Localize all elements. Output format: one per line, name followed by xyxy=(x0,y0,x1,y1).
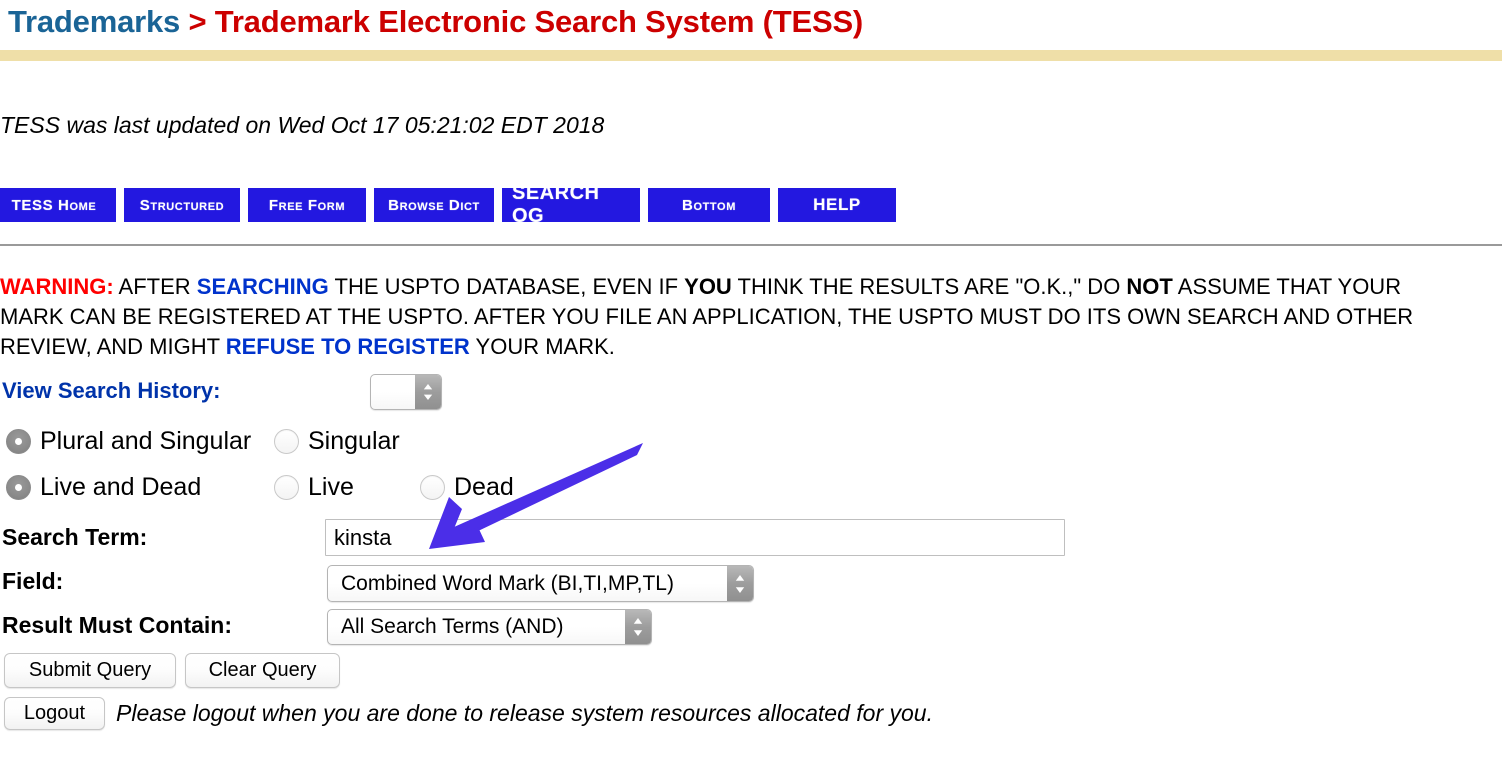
stepper-arrows-icon xyxy=(415,375,441,409)
warning-link-refuse-to-register[interactable]: REFUSE TO REGISTER xyxy=(226,334,470,359)
nav-button-bottom[interactable]: Bottom xyxy=(648,188,770,222)
nav-button-free-form[interactable]: Free Form xyxy=(248,188,366,222)
radio-label-plural-and-singular: Plural and Singular xyxy=(40,427,252,455)
radio-selected-icon xyxy=(6,429,31,454)
nav-button-browse-dict[interactable]: Browse Dict xyxy=(374,188,494,222)
nav-button-help[interactable]: HELP xyxy=(778,188,896,222)
search-term-input[interactable] xyxy=(325,519,1065,556)
stepper-arrows-icon xyxy=(625,610,651,644)
radio-selected-icon xyxy=(6,475,31,500)
nav-button-strip: TESS Home Structured Free Form Browse Di… xyxy=(0,182,904,227)
logout-button[interactable]: Logout xyxy=(4,697,105,730)
field-select[interactable]: Combined Word Mark (BI,TI,MP,TL) xyxy=(327,565,754,602)
nav-button-tess-home[interactable]: TESS Home xyxy=(0,188,116,222)
nav-button-structured[interactable]: Structured xyxy=(124,188,240,222)
warning-emphasis-not: NOT xyxy=(1126,274,1173,299)
submit-query-button[interactable]: Submit Query xyxy=(4,653,176,688)
result-must-contain-value: All Search Terms (AND) xyxy=(341,615,564,638)
warning-message: WARNING: AFTER SEARCHING THE USPTO DATAB… xyxy=(0,272,1470,362)
warning-text-3: THINK THE RESULTS ARE "O.K.," DO xyxy=(731,274,1127,299)
field-select-value: Combined Word Mark (BI,TI,MP,TL) xyxy=(341,571,674,595)
result-must-contain-label: Result Must Contain: xyxy=(2,612,232,638)
clear-query-button[interactable]: Clear Query xyxy=(185,653,340,688)
warning-link-searching[interactable]: SEARCHING xyxy=(197,274,329,299)
radio-live-and-dead[interactable]: Live and Dead xyxy=(6,473,274,502)
radio-unselected-icon xyxy=(274,429,299,454)
radio-dead[interactable]: Dead xyxy=(420,473,514,502)
breadcrumb-trademarks[interactable]: Trademarks xyxy=(8,4,180,39)
radio-label-dead: Dead xyxy=(454,473,514,501)
nav-button-search-og[interactable]: SEARCH OG xyxy=(502,182,640,227)
radio-singular[interactable]: Singular xyxy=(274,427,400,456)
logout-note-text: Please logout when you are done to relea… xyxy=(116,700,933,726)
plural-singular-radio-group: Plural and Singular Singular xyxy=(6,427,400,456)
live-dead-radio-group: Live and Dead Live Dead xyxy=(6,473,514,502)
radio-label-live: Live xyxy=(308,473,354,501)
radio-label-live-and-dead: Live and Dead xyxy=(40,473,202,501)
page-title: Trademarks > Trademark Electronic Search… xyxy=(8,2,863,42)
nav-horizontal-rule xyxy=(0,244,1502,246)
warning-text-1: AFTER xyxy=(113,274,197,299)
radio-unselected-icon xyxy=(420,475,445,500)
view-search-history-label: View Search History: xyxy=(2,378,221,403)
warning-emphasis-you: YOU xyxy=(684,274,732,299)
radio-label-singular: Singular xyxy=(308,427,400,455)
radio-live[interactable]: Live xyxy=(274,473,420,502)
warning-text-2: THE USPTO DATABASE, EVEN IF xyxy=(328,274,685,299)
breadcrumb-tess: Trademark Electronic Search System (TESS… xyxy=(214,4,864,39)
result-must-contain-select[interactable]: All Search Terms (AND) xyxy=(327,609,652,645)
last-updated-text: TESS was last updated on Wed Oct 17 05:2… xyxy=(0,112,605,138)
header-divider-bar xyxy=(0,50,1502,61)
field-label: Field: xyxy=(2,568,64,594)
radio-plural-and-singular[interactable]: Plural and Singular xyxy=(6,427,274,456)
view-search-history-select[interactable] xyxy=(370,374,442,410)
radio-unselected-icon xyxy=(274,475,299,500)
warning-text-5: YOUR MARK. xyxy=(469,334,615,359)
breadcrumb-separator: > xyxy=(180,4,215,39)
warning-prefix: WARNING: xyxy=(0,274,114,299)
search-term-label: Search Term: xyxy=(2,524,148,550)
stepper-arrows-icon xyxy=(727,566,753,601)
